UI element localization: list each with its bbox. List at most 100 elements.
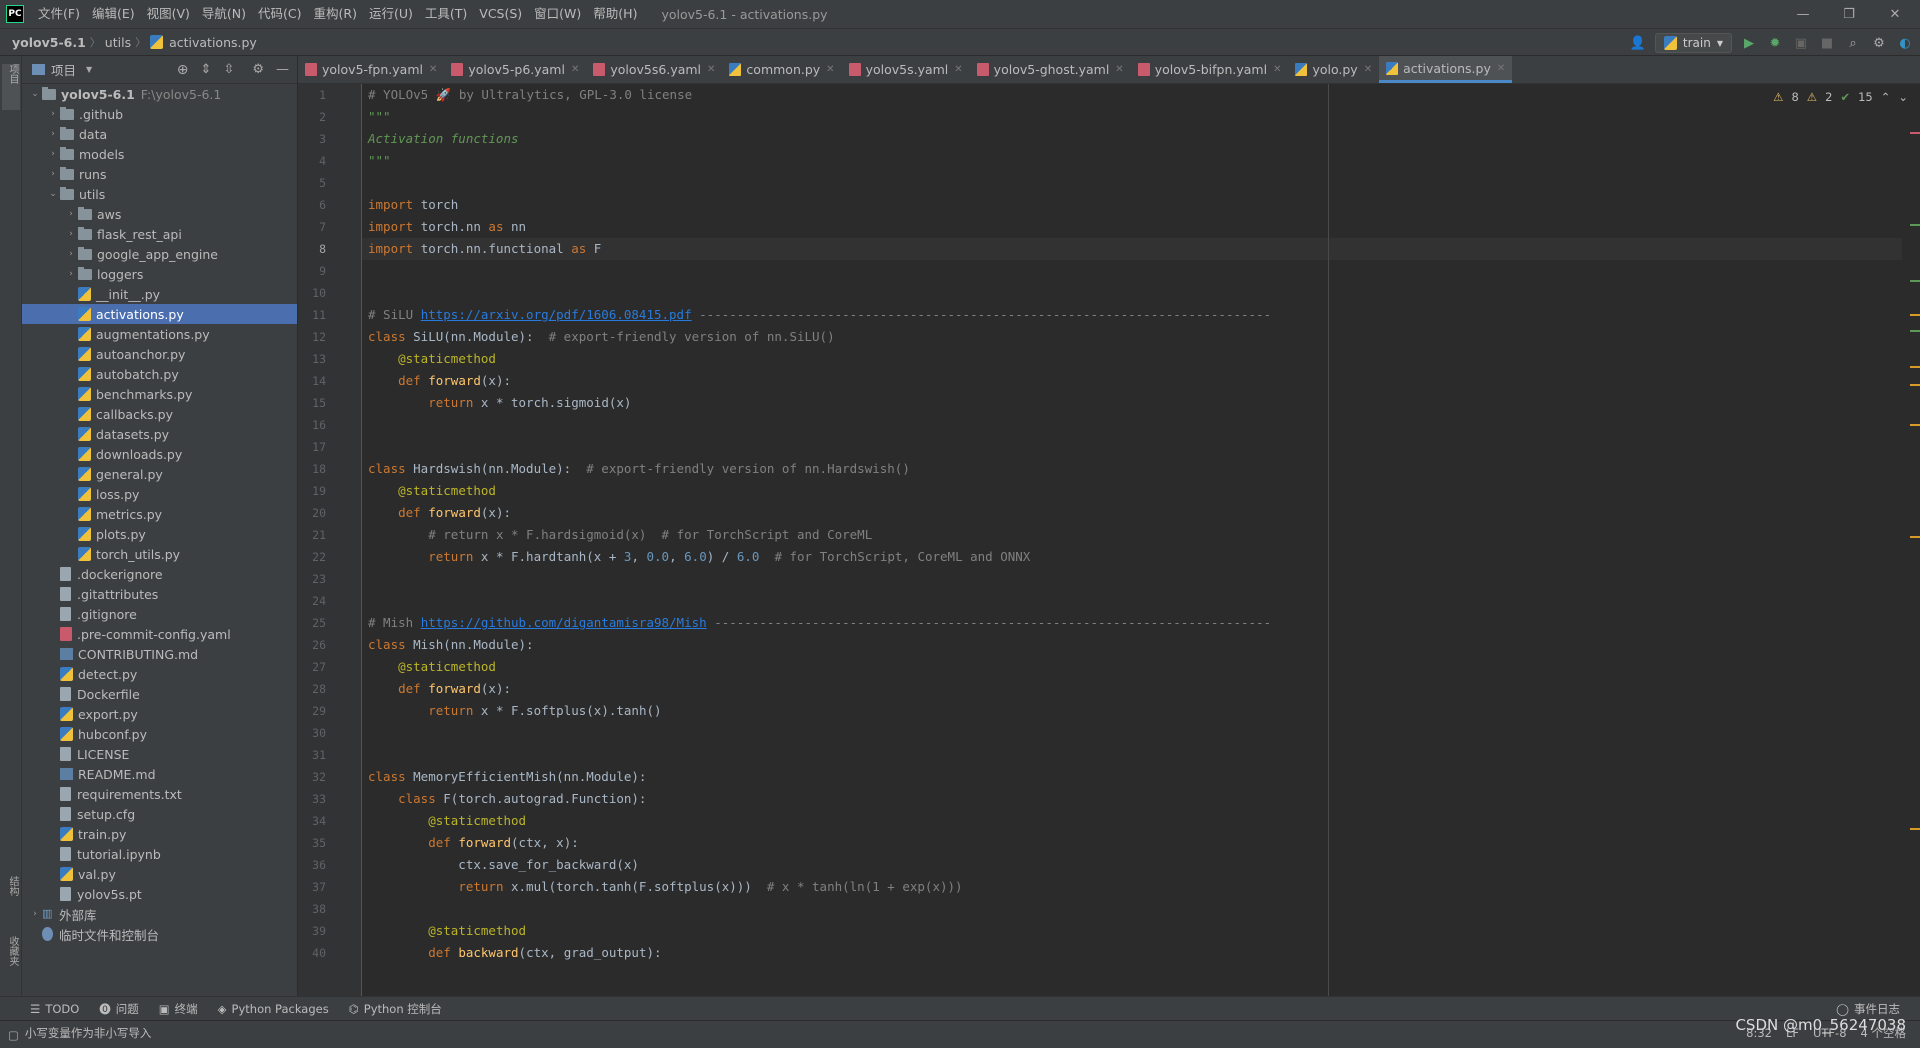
- line-number[interactable]: 19: [298, 480, 326, 502]
- run-icon[interactable]: ▶: [1740, 34, 1758, 52]
- warning-marker[interactable]: [1910, 424, 1920, 426]
- close-icon[interactable]: ✕: [826, 64, 834, 75]
- tab-structure-tool[interactable]: 结构: [2, 876, 20, 912]
- tree-item[interactable]: tutorial.ipynb: [22, 844, 297, 864]
- tree-item[interactable]: augmentations.py: [22, 324, 297, 344]
- editor-tab[interactable]: common.py ✕: [722, 56, 841, 83]
- code-line[interactable]: def forward(x):: [368, 370, 511, 392]
- code-line[interactable]: def forward(x):: [368, 678, 511, 700]
- tree-item[interactable]: plots.py: [22, 524, 297, 544]
- tree-item[interactable]: README.md: [22, 764, 297, 784]
- code-line[interactable]: # YOLOv5 🚀 by Ultralytics, GPL-3.0 licen…: [368, 84, 692, 106]
- line-number[interactable]: 8: [298, 238, 326, 260]
- line-number[interactable]: 16: [298, 414, 326, 436]
- tree-item[interactable]: metrics.py: [22, 504, 297, 524]
- minimize-button[interactable]: —: [1780, 0, 1826, 28]
- tree-item[interactable]: setup.cfg: [22, 804, 297, 824]
- status-message[interactable]: 小写变量作为非小写导入: [25, 1025, 152, 1041]
- close-icon[interactable]: ✕: [954, 64, 962, 75]
- editor-gutter[interactable]: 1 2 3 4 5 6 7 8 9 10 11 12 13 14 15 16 17 18 19 20 21 22 23 24 2…: [298, 84, 362, 996]
- maximize-button[interactable]: ❐: [1826, 0, 1872, 28]
- chevron-right-icon[interactable]: ›: [46, 169, 60, 179]
- close-icon[interactable]: ✕: [1273, 64, 1281, 75]
- tree-item[interactable]: callbacks.py: [22, 404, 297, 424]
- close-icon[interactable]: ✕: [1364, 64, 1372, 75]
- code-line[interactable]: @staticmethod: [368, 656, 496, 678]
- tree-item[interactable]: LICENSE: [22, 744, 297, 764]
- code-line[interactable]: # SiLU https://arxiv.org/pdf/1606.08415.…: [368, 304, 1271, 326]
- code-line[interactable]: import torch.nn.functional as F: [368, 238, 601, 260]
- warning-marker[interactable]: [1910, 366, 1920, 368]
- change-marker[interactable]: [1910, 224, 1920, 226]
- hide-panel-icon[interactable]: —: [276, 62, 289, 77]
- gear-icon[interactable]: ⚙: [1870, 34, 1888, 52]
- editor-tab[interactable]: yolov5s6.yaml ✕: [586, 56, 722, 83]
- tree-item[interactable]: __init__.py: [22, 284, 297, 304]
- code-line[interactable]: class SiLU(nn.Module): # export-friendly…: [368, 326, 835, 348]
- tree-item[interactable]: val.py: [22, 864, 297, 884]
- line-number[interactable]: 37: [298, 876, 326, 898]
- warning-marker[interactable]: [1910, 314, 1920, 316]
- tree-item[interactable]: › google_app_engine: [22, 244, 297, 264]
- code-editor[interactable]: 1 2 3 4 5 6 7 8 9 10 11 12 13 14 15 16 17 18 19 20 21 22 23 24 2…: [298, 84, 1920, 996]
- expand-all-icon[interactable]: ⇕: [201, 62, 212, 77]
- tree-item[interactable]: yolov5s.pt: [22, 884, 297, 904]
- line-number[interactable]: 22: [298, 546, 326, 568]
- line-number[interactable]: 24: [298, 590, 326, 612]
- code-line[interactable]: return x * F.hardtanh(x + 3, 0.0, 6.0) /…: [368, 546, 1030, 568]
- tree-item[interactable]: .dockerignore: [22, 564, 297, 584]
- editor-tab[interactable]: yolov5-p6.yaml ✕: [444, 56, 586, 83]
- code-line[interactable]: class F(torch.autograd.Function):: [368, 788, 646, 810]
- close-icon[interactable]: ✕: [707, 64, 715, 75]
- user-account-icon[interactable]: 👤: [1629, 34, 1647, 52]
- tree-item[interactable]: › data: [22, 124, 297, 144]
- code-line[interactable]: @staticmethod: [368, 810, 526, 832]
- chevron-down-icon[interactable]: ⌄: [28, 89, 42, 99]
- chevron-up-icon[interactable]: ⌃: [1881, 90, 1891, 104]
- tree-item[interactable]: › models: [22, 144, 297, 164]
- scrollbar-markers[interactable]: [1910, 84, 1920, 996]
- line-number[interactable]: 25: [298, 612, 326, 634]
- tree-item[interactable]: ⌄ yolov5-6.1 F:\yolov5-6.1: [22, 84, 297, 104]
- chevron-right-icon[interactable]: ›: [28, 909, 42, 919]
- close-icon[interactable]: ✕: [571, 64, 579, 75]
- menu-view[interactable]: 视图(V): [141, 0, 196, 28]
- code-line[interactable]: ctx.save_for_backward(x): [368, 854, 639, 876]
- change-marker[interactable]: [1910, 330, 1920, 332]
- collapse-all-icon[interactable]: ⇳: [223, 62, 234, 77]
- tab-project-tool[interactable]: 项目: [2, 64, 20, 110]
- error-marker[interactable]: [1910, 132, 1920, 134]
- line-number[interactable]: 2: [298, 106, 326, 128]
- code-line[interactable]: @staticmethod: [368, 920, 526, 942]
- breadcrumb-utils[interactable]: utils: [101, 35, 135, 50]
- code-line[interactable]: Activation functions: [368, 128, 519, 150]
- code-line[interactable]: import torch: [368, 194, 458, 216]
- line-number[interactable]: 31: [298, 744, 326, 766]
- debug-icon[interactable]: ✹: [1766, 34, 1784, 52]
- menu-vcs[interactable]: VCS(S): [473, 0, 528, 28]
- close-icon[interactable]: ✕: [1115, 64, 1123, 75]
- tree-item[interactable]: requirements.txt: [22, 784, 297, 804]
- tree-item[interactable]: Dockerfile: [22, 684, 297, 704]
- line-number[interactable]: 4: [298, 150, 326, 172]
- line-number[interactable]: 15: [298, 392, 326, 414]
- line-number[interactable]: 6: [298, 194, 326, 216]
- chevron-down-icon[interactable]: ⌄: [46, 189, 60, 199]
- change-marker[interactable]: [1910, 280, 1920, 282]
- locate-file-icon[interactable]: ⊕: [177, 62, 189, 78]
- line-number[interactable]: 3: [298, 128, 326, 150]
- tree-item[interactable]: CONTRIBUTING.md: [22, 644, 297, 664]
- chevron-right-icon[interactable]: ›: [46, 149, 60, 159]
- editor-tab[interactable]: yolov5-fpn.yaml ✕: [298, 56, 444, 83]
- chevron-right-icon[interactable]: ›: [64, 249, 78, 259]
- line-number[interactable]: 30: [298, 722, 326, 744]
- tree-item[interactable]: .gitignore: [22, 604, 297, 624]
- line-number[interactable]: 13: [298, 348, 326, 370]
- line-number[interactable]: 36: [298, 854, 326, 876]
- gear-icon[interactable]: ⚙: [252, 62, 264, 77]
- code-line[interactable]: class Hardswish(nn.Module): # export-fri…: [368, 458, 910, 480]
- line-number[interactable]: 28: [298, 678, 326, 700]
- code-line[interactable]: return x * F.softplus(x).tanh(): [368, 700, 661, 722]
- code-line[interactable]: def forward(x):: [368, 502, 511, 524]
- code-line[interactable]: # Mish https://github.com/digantamisra98…: [368, 612, 1271, 634]
